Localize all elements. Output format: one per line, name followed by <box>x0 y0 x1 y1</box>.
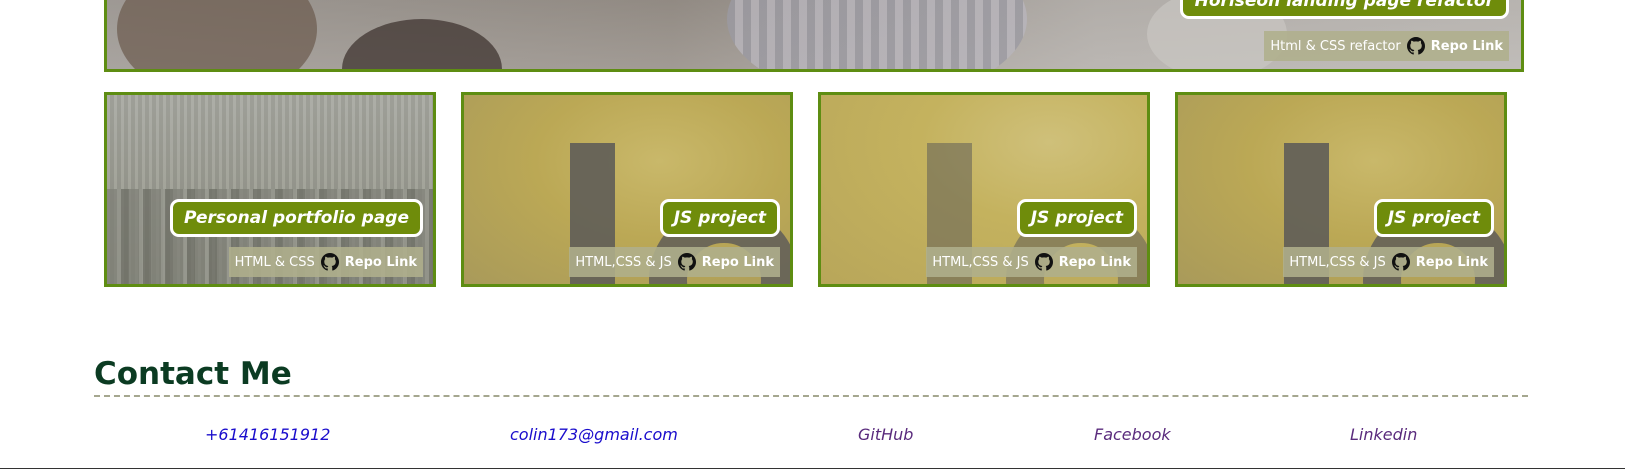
project-card-js-1[interactable]: JS project HTML,CSS & JS Repo Link <box>461 92 793 287</box>
contact-github-link[interactable]: GitHub <box>858 425 913 444</box>
github-icon[interactable] <box>1391 253 1410 271</box>
contact-facebook-link[interactable]: Facebook <box>1094 425 1171 444</box>
project-card-js-3[interactable]: JS project HTML,CSS & JS Repo Link <box>1175 92 1507 287</box>
contact-phone-link[interactable]: +61416151912 <box>205 425 330 444</box>
footer-border <box>0 468 1625 469</box>
repo-link[interactable]: Repo Link <box>1431 39 1503 54</box>
project-tech: Html & CSS refactor <box>1270 38 1401 54</box>
contact-email-link[interactable]: colin173@gmail.com <box>510 425 678 444</box>
contact-heading: Contact Me <box>94 356 292 392</box>
project-info-bar: Html & CSS refactor Repo Link <box>1264 31 1509 61</box>
project-title[interactable]: JS project <box>659 199 780 237</box>
repo-link[interactable]: Repo Link <box>1059 255 1131 270</box>
repo-link[interactable]: Repo Link <box>345 255 417 270</box>
github-icon[interactable] <box>320 253 339 271</box>
project-info-bar: HTML,CSS & JS Repo Link <box>1283 247 1494 277</box>
photo-person-2 <box>342 19 502 69</box>
photo-person-3 <box>727 0 1027 69</box>
project-card-js-2[interactable]: JS project HTML,CSS & JS Repo Link <box>818 92 1150 287</box>
project-tech: HTML,CSS & JS <box>1289 254 1386 270</box>
project-info-bar: HTML & CSS Repo Link <box>228 247 423 277</box>
featured-project-card[interactable]: Horiseon landing page refactor Html & CS… <box>104 0 1524 72</box>
github-icon[interactable] <box>1034 253 1053 271</box>
project-title[interactable]: JS project <box>1373 199 1494 237</box>
project-title[interactable]: Horiseon landing page refactor <box>1179 0 1509 19</box>
project-info-bar: HTML,CSS & JS Repo Link <box>569 247 780 277</box>
project-tech: HTML,CSS & JS <box>575 254 672 270</box>
github-icon[interactable] <box>1406 37 1425 55</box>
repo-link[interactable]: Repo Link <box>702 255 774 270</box>
project-tech: HTML & CSS <box>234 254 315 270</box>
project-title[interactable]: JS project <box>1016 199 1137 237</box>
project-card-portfolio[interactable]: Personal portfolio page HTML & CSS Repo … <box>104 92 436 287</box>
repo-link[interactable]: Repo Link <box>1416 255 1488 270</box>
github-icon[interactable] <box>677 253 696 271</box>
project-tech: HTML,CSS & JS <box>932 254 1029 270</box>
photo-person-1 <box>117 0 317 69</box>
project-title[interactable]: Personal portfolio page <box>169 199 423 237</box>
project-info-bar: HTML,CSS & JS Repo Link <box>926 247 1137 277</box>
section-divider <box>94 395 1528 397</box>
contact-linkedin-link[interactable]: Linkedin <box>1350 425 1417 444</box>
